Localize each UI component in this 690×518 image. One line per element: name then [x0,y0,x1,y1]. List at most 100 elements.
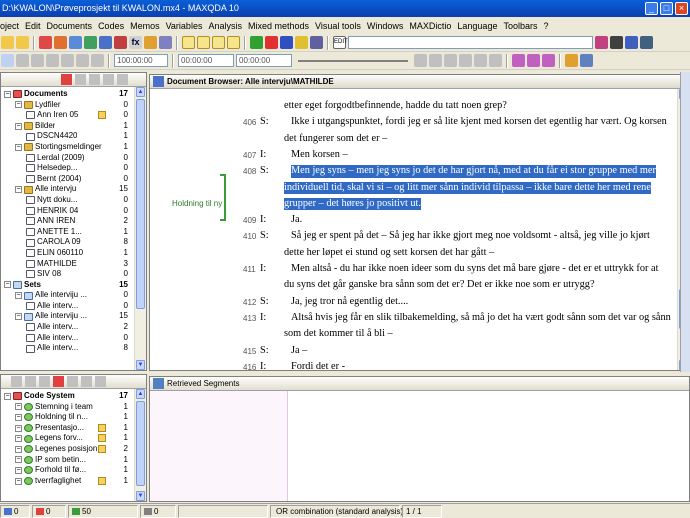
paste-icon[interactable] [89,74,100,85]
memo-icon[interactable] [98,476,106,485]
text-line[interactable]: Men korsen – [291,149,348,162]
search-icon[interactable] [159,36,172,49]
document-item[interactable]: Helsedep... 0 [2,163,146,174]
menu-language[interactable]: Language [457,21,503,31]
paragraph-number[interactable]: 413 [243,314,256,323]
selected-text-line[interactable]: individuell tid, skal vi si – og litt me… [284,181,651,195]
code-copy-icon[interactable] [67,376,78,387]
menu-mixed-methods[interactable]: Mixed methods [248,21,315,31]
document-item[interactable]: CAROLA 09 8 [2,237,146,248]
minimize-button[interactable]: _ [645,2,658,15]
delete-icon[interactable] [61,74,72,85]
maximize-button[interactable]: □ [660,2,673,15]
copy-icon[interactable] [75,74,86,85]
expander-icon[interactable]: − [15,122,22,130]
document-item[interactable]: DSCN4420 1 [2,131,146,142]
expander-icon[interactable]: − [15,456,22,464]
expander-icon[interactable]: − [15,292,22,300]
window-browser-icon[interactable] [212,36,225,49]
document-item[interactable]: ELIN 060110 1 [2,248,146,259]
folder-icon[interactable] [16,36,29,49]
chart-icon[interactable] [99,36,112,49]
document-item[interactable]: MATHILDE 3 [2,259,146,270]
list-icon[interactable] [114,36,127,49]
paint-icon[interactable] [595,36,608,49]
print-icon[interactable] [610,36,623,49]
code-item[interactable]: − Forhold til fø... 1 [2,465,146,476]
menu-analysis[interactable]: Analysis [208,21,248,31]
zoom-reset-icon[interactable] [542,54,555,67]
code-item[interactable]: − Legens forv... 1 [2,433,146,444]
document-item[interactable]: Alle interv... 8 [2,343,146,354]
link-icon[interactable] [84,36,97,49]
function-icon[interactable]: fx [129,36,142,49]
time-start[interactable]: 00:00:00 [178,54,234,67]
text-line[interactable]: som det kommer til å bli – [284,328,393,341]
skip-icon[interactable] [91,54,104,67]
close-panel-icon[interactable] [117,74,128,85]
grid-icon[interactable] [54,36,67,49]
document-item[interactable]: − Sets 15 [2,280,146,291]
menu--[interactable]: ? [543,21,554,31]
bold-icon[interactable] [625,36,638,49]
weight-filter[interactable]: 100:00:00 [114,54,168,67]
code-item[interactable]: − Holdning til n... 1 [2,412,146,423]
paragraph-number[interactable]: 408 [243,167,256,176]
document-item[interactable]: Nytt doku... 0 [2,195,146,206]
paragraph-number[interactable]: 409 [243,216,256,225]
expander-icon[interactable]: − [15,403,22,411]
menu-oject[interactable]: oject [0,21,25,31]
document-item[interactable]: Alle interv... 0 [2,301,146,312]
document-item[interactable]: − Alle interviju ... 0 [2,290,146,301]
top-icon[interactable] [444,54,457,67]
code-print-icon[interactable] [81,376,92,387]
code-list-icon[interactable] [25,376,36,387]
memo-icon[interactable] [98,434,106,443]
expander-icon[interactable]: − [15,435,22,443]
text-line[interactable]: Ja. [291,214,302,227]
menu-codes[interactable]: Codes [98,21,130,31]
expander-icon[interactable]: − [4,392,11,400]
document-item[interactable]: ANN IREN 2 [2,216,146,227]
document-item[interactable]: SIV 08 0 [2,269,146,280]
export-icon[interactable] [565,54,578,67]
play-icon[interactable] [16,54,29,67]
text-line[interactable]: Fordi det er - [291,361,345,370]
prev-icon[interactable] [474,54,487,67]
menu-edit[interactable]: Edit [25,21,47,31]
selected-text-line[interactable]: Men jeg syns – men jeg syns jo det de ha… [291,165,656,178]
down-icon[interactable] [429,54,442,67]
expander-icon[interactable]: − [4,281,11,289]
expander-icon[interactable]: − [15,466,22,474]
text-line[interactable]: Ja, jeg tror nå egentlig det.... [291,296,408,309]
expander-icon[interactable]: − [15,424,22,432]
expander-icon[interactable]: − [15,313,22,321]
code-tool-icon[interactable] [11,376,22,387]
paragraph-number[interactable]: 416 [243,363,256,370]
rewind-icon[interactable] [61,54,74,67]
next-icon[interactable] [489,54,502,67]
text-line[interactable]: Altså hvis jeg får en slik tilbakemeldin… [291,312,671,325]
document-item[interactable]: Ann Iren 05 0 [2,110,146,121]
scissors-icon[interactable] [39,36,52,49]
paragraph-number[interactable]: 411 [243,265,256,274]
font-combo[interactable] [348,36,593,49]
time-end[interactable]: 00:00:00 [236,54,292,67]
document-item[interactable]: Lerdal (2009) 0 [2,153,146,164]
bottom-icon[interactable] [459,54,472,67]
window-segments-icon[interactable] [227,36,240,49]
paragraph-number[interactable]: 410 [243,232,256,241]
up-icon[interactable] [414,54,427,67]
code-item[interactable]: − Legenes posisjon 2 [2,444,146,455]
menu-maxdictio[interactable]: MAXDictio [409,21,457,31]
activate-icon[interactable] [250,36,263,49]
zoom-in-icon[interactable] [512,54,525,67]
arrow-icon[interactable] [310,36,323,49]
window-docs-icon[interactable] [182,36,195,49]
document-item[interactable]: − Alle interviju ... 15 [2,311,146,322]
text-line[interactable]: Men altså - du har ikke noen ideer som d… [291,263,658,276]
paragraph-number[interactable]: 412 [243,298,256,307]
expander-icon[interactable]: − [15,101,22,109]
menu-windows[interactable]: Windows [367,21,410,31]
memo-icon[interactable] [98,444,106,453]
